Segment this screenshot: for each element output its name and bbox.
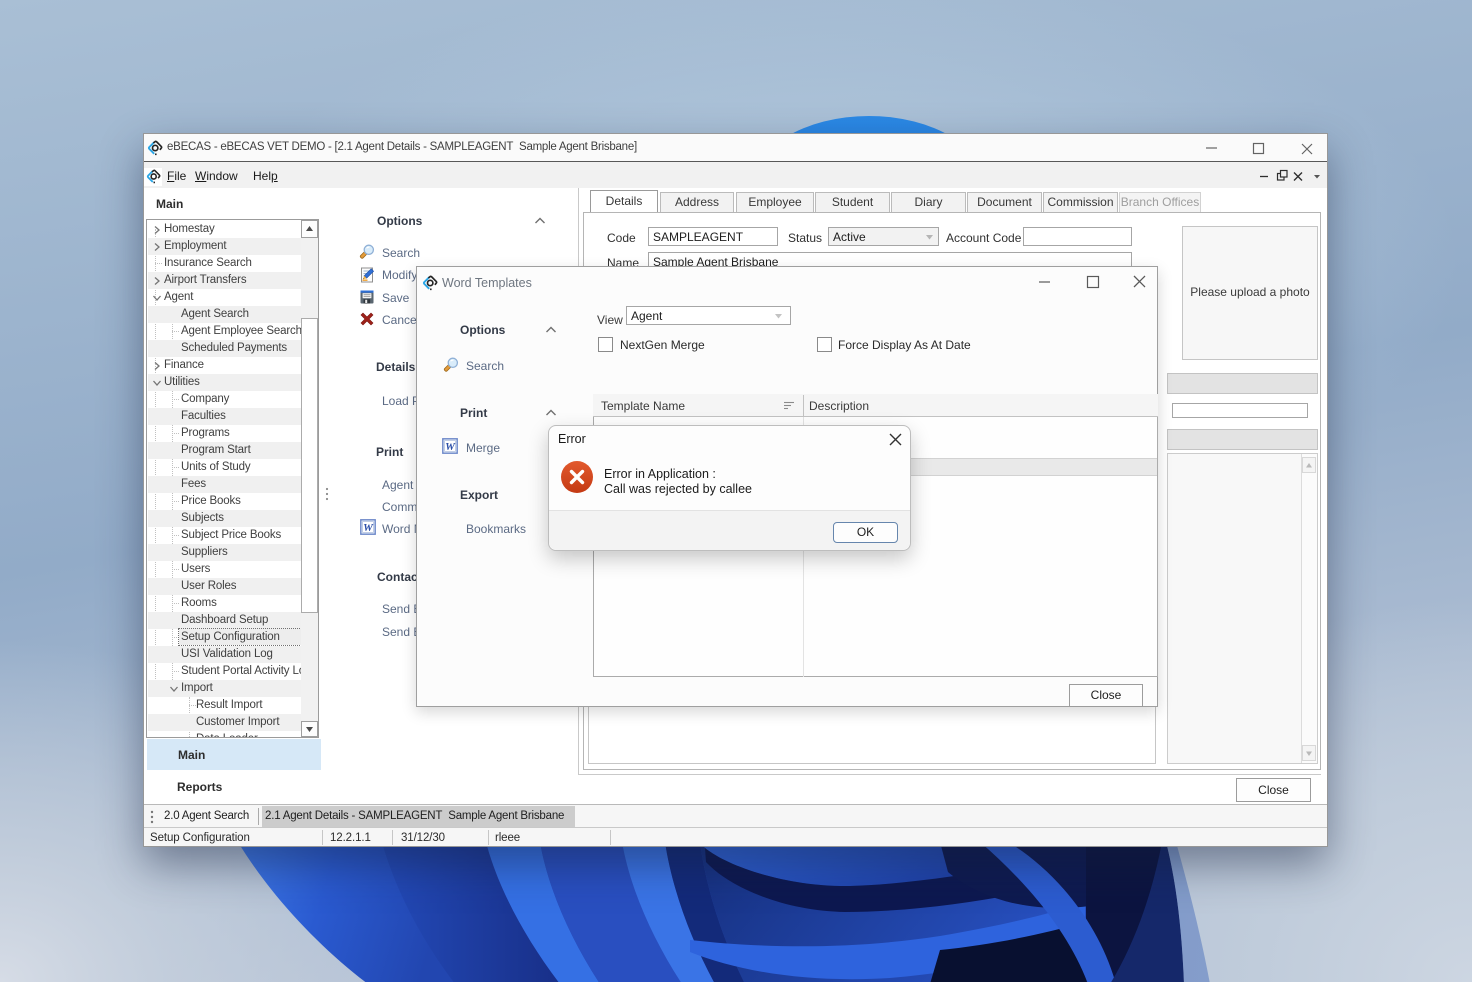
svg-text:W: W [445,441,456,453]
svg-text:W: W [363,522,374,534]
